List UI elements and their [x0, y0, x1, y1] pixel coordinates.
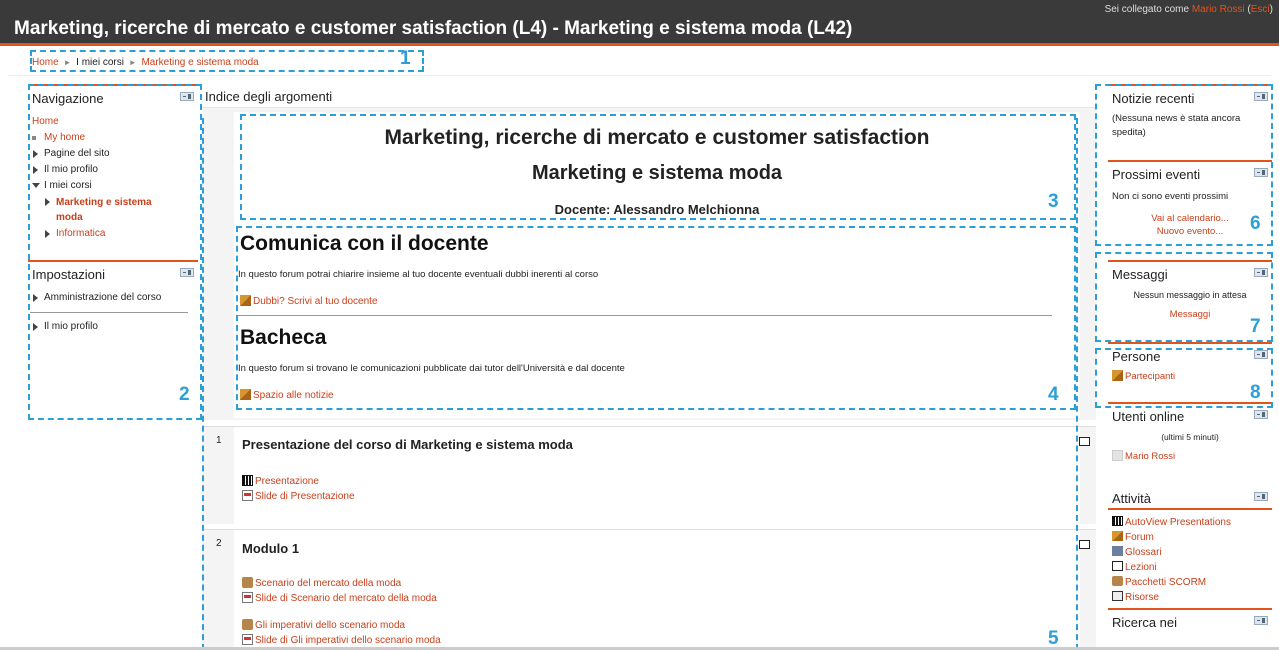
search-title: Ricerca nei	[1112, 615, 1178, 628]
site-header: Marketing, ricerche di mercato e custome…	[0, 0, 1279, 46]
activity-scorm[interactable]: Pacchetti SCORM	[1112, 575, 1268, 590]
annotation-label-1: 1	[400, 48, 411, 69]
page-title: Marketing, ricerche di mercato e custome…	[14, 18, 853, 39]
annotation-label-7: 7	[1250, 316, 1261, 337]
forum-icon	[1112, 531, 1123, 541]
activities-block: Attività AutoView Presentations Forum Gl…	[1108, 486, 1272, 604]
annotation-box-6	[1095, 84, 1273, 246]
activities-block-header: Attività	[1108, 486, 1272, 510]
dock-block-icon[interactable]	[1254, 492, 1268, 501]
activity-lessons[interactable]: Lezioni	[1112, 560, 1268, 575]
activity-autoview[interactable]: AutoView Presentations	[1112, 515, 1268, 530]
lesson-icon	[1112, 561, 1123, 571]
scorm-package-icon	[1112, 576, 1123, 586]
activity-forum[interactable]: Forum	[1112, 530, 1268, 545]
online-users-block: Utenti online (ultimi 5 minuti) Mario Ro…	[1108, 402, 1272, 480]
user-avatar-icon	[1112, 450, 1123, 461]
annotation-label-2: 2	[179, 384, 190, 405]
online-subtitle: (ultimi 5 minuti)	[1161, 432, 1219, 442]
activities-title: Attività	[1112, 491, 1152, 506]
annotation-box-2	[28, 84, 202, 420]
glossary-icon	[1112, 546, 1123, 556]
topic-index-title: Indice degli argomenti	[202, 84, 1096, 108]
main-content-header: Indice degli argomenti	[202, 84, 1096, 108]
search-block: Ricerca nei	[1108, 608, 1272, 628]
online-user-link[interactable]: Mario Rossi	[1108, 448, 1272, 468]
dock-block-icon[interactable]	[1254, 616, 1268, 625]
activity-glossary[interactable]: Glossari	[1112, 545, 1268, 560]
presentation-icon	[1112, 516, 1123, 526]
breadcrumb-divider	[8, 75, 1271, 76]
annotation-box-8	[1095, 348, 1273, 408]
resource-icon	[1112, 591, 1123, 601]
search-block-header: Ricerca nei	[1108, 608, 1272, 628]
online-title: Utenti online	[1112, 409, 1185, 424]
dock-block-icon[interactable]	[1254, 410, 1268, 419]
activity-resources[interactable]: Risorse	[1112, 590, 1268, 605]
highlight-checkbox[interactable]	[1079, 540, 1090, 549]
login-info: Sei collegato come Mario Rossi (Esci)	[1104, 4, 1273, 15]
logout-link[interactable]: Esci	[1251, 4, 1270, 15]
annotation-label-8: 8	[1250, 382, 1261, 403]
annotation-box-7	[1095, 252, 1273, 342]
annotation-label-6: 6	[1250, 213, 1261, 234]
highlight-checkbox[interactable]	[1079, 437, 1090, 446]
user-link[interactable]: Mario Rossi	[1192, 4, 1245, 15]
activities-list: AutoView Presentations Forum Glossari Le…	[1108, 510, 1272, 609]
annotation-box-5	[202, 118, 1078, 650]
annotation-box-1	[30, 50, 424, 72]
